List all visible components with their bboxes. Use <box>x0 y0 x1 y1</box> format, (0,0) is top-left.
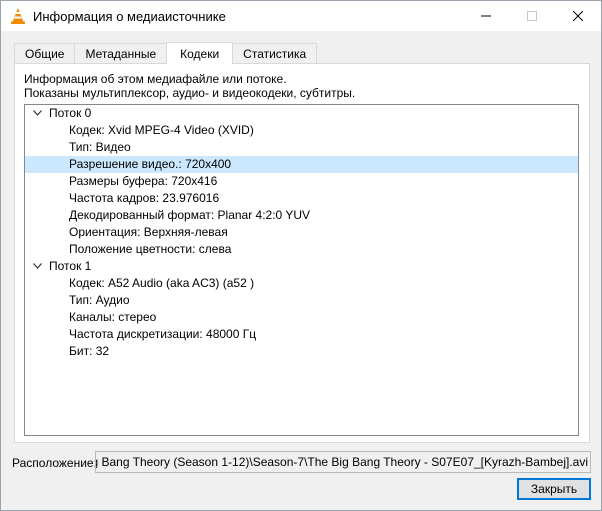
tree-item[interactable]: Размеры буфера: 720x416 <box>25 173 578 190</box>
tree-item[interactable]: Тип: Аудио <box>25 292 578 309</box>
tree-item-label: Кодек: Xvid MPEG-4 Video (XVID) <box>69 123 254 137</box>
close-button-label: Закрыть <box>530 482 578 496</box>
tab-bar: Общие Метаданные Кодеки Статистика <box>14 42 318 64</box>
tree-item[interactable]: Кодек: A52 Audio (aka AC3) (a52 ) <box>25 275 578 292</box>
close-window-button[interactable] <box>555 1 601 31</box>
tree-item-label: Каналы: стерео <box>69 310 157 324</box>
tab-label: Общие <box>25 46 65 61</box>
tree-item[interactable]: Частота дискретизации: 48000 Гц <box>25 326 578 343</box>
tree-item[interactable]: Каналы: стерео <box>25 309 578 326</box>
tree-item[interactable]: Ориентация: Верхняя-левая <box>25 224 578 241</box>
vlc-cone-icon <box>11 8 25 24</box>
close-icon <box>573 11 583 21</box>
codec-tree[interactable]: Поток 0 Кодек: Xvid MPEG-4 Video (XVID) … <box>24 104 579 436</box>
location-field[interactable]: мы\The Big Bang Theory (Season 1-12)\Sea… <box>95 451 591 473</box>
location-value: мы\The Big Bang Theory (Season 1-12)\Sea… <box>96 455 588 469</box>
tree-item-label: Положение цветности: слева <box>69 242 232 256</box>
tree-item[interactable]: Декодированный формат: Planar 4:2:0 YUV <box>25 207 578 224</box>
tree-item-label: Частота дискретизации: 48000 Гц <box>69 327 257 341</box>
tree-item-selected[interactable]: Разрешение видео.: 720x400 <box>25 156 578 173</box>
tree-item-label: Бит: 32 <box>69 344 110 358</box>
maximize-icon <box>527 11 537 21</box>
codecs-panel: Информация об этом медиафайле или потоке… <box>14 63 590 443</box>
tree-item-label: Тип: Аудио <box>69 293 130 307</box>
title-bar[interactable]: Информация о медиаисточнике <box>1 1 601 31</box>
tree-item-label: Размеры буфера: 720x416 <box>69 174 218 188</box>
tree-item[interactable]: Положение цветности: слева <box>25 241 578 258</box>
tree-item-stream-1[interactable]: Поток 1 <box>25 258 578 275</box>
tree-item-label: Поток 0 <box>49 106 92 120</box>
tab-label: Метаданные <box>85 46 157 61</box>
tab-codecs[interactable]: Кодеки <box>166 42 234 64</box>
tree-item-label: Поток 1 <box>49 259 92 273</box>
tree-item-label: Разрешение видео.: 720x400 <box>69 157 232 171</box>
tree-item[interactable]: Тип: Видео <box>25 139 578 156</box>
chevron-down-icon[interactable] <box>33 263 42 269</box>
description-line: Показаны мультиплексор, аудио- и видеоко… <box>24 86 356 100</box>
minimize-button[interactable] <box>463 1 509 31</box>
chevron-down-icon[interactable] <box>33 110 42 116</box>
tab-metadata[interactable]: Метаданные <box>74 43 168 63</box>
tree-item-label: Ориентация: Верхняя-левая <box>69 225 228 239</box>
minimize-icon <box>481 15 491 17</box>
tab-statistics[interactable]: Статистика <box>232 43 318 63</box>
tree-item-label: Частота кадров: 23.976016 <box>69 191 220 205</box>
tree-item[interactable]: Частота кадров: 23.976016 <box>25 190 578 207</box>
tab-label: Статистика <box>243 46 307 61</box>
close-button[interactable]: Закрыть <box>517 478 591 500</box>
location-label: Расположение: <box>12 456 97 470</box>
tree-item-label: Кодек: A52 Audio (aka AC3) (a52 ) <box>69 276 255 290</box>
tree-item-label: Декодированный формат: Planar 4:2:0 YUV <box>69 208 311 222</box>
window-title: Информация о медиаисточнике <box>33 8 226 24</box>
maximize-button[interactable] <box>509 1 555 31</box>
tree-item-label: Тип: Видео <box>69 140 131 154</box>
codec-description: Информация об этом медиафайле или потоке… <box>24 72 355 100</box>
tab-general[interactable]: Общие <box>14 43 76 63</box>
tree-item-stream-0[interactable]: Поток 0 <box>25 105 578 122</box>
media-info-dialog: Информация о медиаисточнике Общие Метада… <box>0 0 602 511</box>
description-line: Информация об этом медиафайле или потоке… <box>24 72 287 86</box>
tree-item[interactable]: Бит: 32 <box>25 343 578 360</box>
tree-item[interactable]: Кодек: Xvid MPEG-4 Video (XVID) <box>25 122 578 139</box>
tab-label: Кодеки <box>180 46 220 61</box>
